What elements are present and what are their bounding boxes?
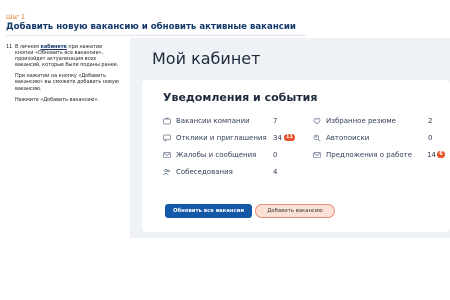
cabinet-panel: Мой кабинет Уведомления и события Ваканс… [130, 38, 450, 238]
page-title: Добавить новую вакансию и обновить актив… [6, 22, 296, 32]
stat-job-offers[interactable]: Предложения о работе 14 6 [313, 150, 448, 160]
cabinet-title: Мой кабинет [152, 49, 261, 68]
stat-company-vacancies[interactable]: Вакансии компании 7 [163, 116, 303, 126]
stat-label: Отклики и приглашения [176, 134, 267, 142]
cabinet-link[interactable]: кабинете [41, 44, 67, 50]
stat-value: 2 [428, 117, 433, 125]
add-vacancy-button[interactable]: Добавить вакансию [255, 204, 335, 218]
envelope-icon [163, 152, 171, 158]
stat-label: Вакансии компании [176, 117, 250, 125]
envelope-icon [313, 152, 321, 158]
people-icon [163, 168, 171, 176]
stat-label: Избранное резюме [326, 117, 396, 125]
stat-label: Собеседования [176, 168, 233, 176]
instruction-number: 11 [6, 44, 13, 50]
stat-favorite-resumes[interactable]: Избранное резюме 2 [313, 116, 443, 126]
briefcase-icon [163, 117, 171, 125]
instruction-block: 11 В личном кабинете при нажатии кнопки … [6, 44, 120, 108]
heart-icon [313, 118, 321, 125]
stat-value: 4 [273, 168, 278, 176]
stat-value: 14 [427, 151, 436, 159]
update-all-vacancies-button[interactable]: Обновить все вакансии [165, 204, 252, 218]
notifications-title: Уведомления и события [163, 91, 318, 104]
instruction-body: В личном кабинете при нажатии кнопки «Об… [15, 44, 120, 108]
stat-value: 7 [273, 117, 278, 125]
stat-autosearch[interactable]: Автопоиски 0 [313, 133, 443, 143]
stat-complaints[interactable]: Жалобы и сообщения 0 [163, 150, 303, 160]
notifications-card: Уведомления и события Вакансии компании … [142, 80, 450, 232]
step-label: Шаг 2 [6, 14, 25, 21]
instruction-text: В личном [15, 44, 41, 50]
stat-label: Жалобы и сообщения [176, 151, 257, 159]
stat-value: 34 [273, 134, 282, 142]
instruction-paragraph-3: Нажмите «Добавить вакансию». [15, 96, 100, 103]
stat-label: Автопоиски [326, 134, 370, 142]
instructions: 11 В личном кабинете при нажатии кнопки … [6, 44, 120, 108]
stat-interviews[interactable]: Собеседования 4 [163, 167, 303, 177]
search-person-icon [313, 134, 321, 142]
instruction-paragraph-2: При нажатии на кнопку «Добавить вакансию… [15, 73, 119, 92]
instruction-paragraph-1: В личном кабинете при нажатии кнопки «Об… [15, 44, 120, 68]
new-count-badge: 11 [284, 134, 295, 141]
title-divider [6, 35, 306, 36]
stat-value: 0 [428, 134, 433, 142]
stat-label: Предложения о работе [326, 151, 413, 159]
stat-value: 0 [273, 151, 278, 159]
chat-icon [163, 134, 171, 142]
stat-responses[interactable]: Отклики и приглашения 34 11 [163, 133, 303, 143]
new-count-badge: 6 [437, 151, 445, 158]
